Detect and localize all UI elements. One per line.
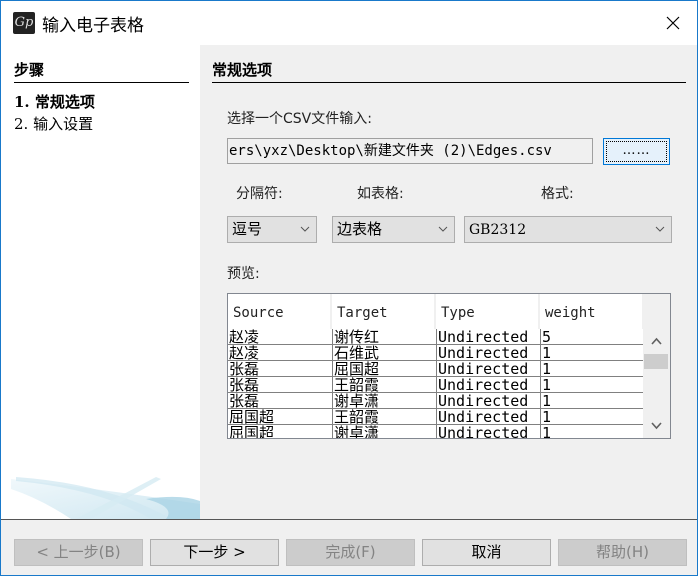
close-button[interactable] xyxy=(661,11,685,35)
next-button[interactable]: 下一步 > xyxy=(150,539,279,566)
table-cell-source: 赵凌 xyxy=(229,345,260,361)
scroll-up-button[interactable] xyxy=(643,331,670,351)
table-type-label: 如表格: xyxy=(357,186,404,202)
help-button[interactable]: 帮助(H) xyxy=(558,539,687,566)
steps-pane: 步骤 1. 常规选项 2. 输入设置 xyxy=(1,45,200,519)
format-select[interactable]: GB2312 xyxy=(464,216,672,243)
table-type-select[interactable]: 边表格 xyxy=(332,216,455,243)
table-cell-source: 屈国超 xyxy=(229,409,275,425)
table-row: 赵凌 石维武 Undirected 1 xyxy=(228,345,644,361)
preview-label: 预览: xyxy=(227,266,260,282)
table-cell-weight: 1 xyxy=(540,361,644,377)
table-cell-type: Undirected xyxy=(436,409,540,425)
table-cell-type: Undirected xyxy=(436,361,540,377)
table-cell-source: 张磊 xyxy=(229,393,260,409)
table-row: 张磊 谢卓潇 Undirected 1 xyxy=(228,393,644,409)
table-cell-source: 赵凌 xyxy=(229,329,260,345)
table-cell-source: 屈国超 xyxy=(229,425,275,439)
table-cell-weight: 1 xyxy=(540,409,644,425)
import-spreadsheet-dialog: Gp 输入电子表格 步骤 1. 常规选项 2. 输入设置 常规选项 选择一个CS… xyxy=(0,0,698,576)
file-path-text: ers\yxz\Desktop\新建文件夹 (2)\Edges.csv xyxy=(229,143,552,159)
file-path-field[interactable]: ers\yxz\Desktop\新建文件夹 (2)\Edges.csv xyxy=(227,138,593,164)
decorative-swoosh-graphic xyxy=(11,477,200,519)
table-cell-weight: 1 xyxy=(540,377,644,393)
chevron-down-icon xyxy=(655,226,665,232)
table-row: 赵凌 谢传红 Undirected 5 xyxy=(228,329,644,345)
table-cell-type: Undirected xyxy=(436,329,540,345)
table-cell-target: 王韶霞 xyxy=(332,409,436,425)
back-button[interactable]: < 上一步(B) xyxy=(14,539,143,566)
table-cell-source: 张磊 xyxy=(229,377,260,393)
browse-button[interactable]: …… xyxy=(603,138,670,165)
options-pane: 常规选项 选择一个CSV文件输入: ers\yxz\Desktop\新建文件夹 … xyxy=(200,45,697,519)
step-import-settings: 2. 输入设置 xyxy=(14,115,94,133)
file-label: 选择一个CSV文件输入: xyxy=(227,111,372,127)
wizard-footer: < 上一步(B) 下一步 > 完成(F) 取消 帮助(H) xyxy=(1,519,697,575)
column-header-target: Target xyxy=(332,294,436,329)
preview-scrollbar[interactable] xyxy=(643,329,670,438)
table-cell-target: 屈国超 xyxy=(332,361,436,377)
format-value: GB2312 xyxy=(469,222,527,238)
browse-button-label: …… xyxy=(606,141,667,162)
table-row: 张磊 王韶霞 Undirected 1 xyxy=(228,377,644,393)
table-cell-weight: 5 xyxy=(540,329,644,345)
close-icon xyxy=(666,16,680,30)
table-cell-type: Undirected xyxy=(436,377,540,393)
format-label: 格式: xyxy=(541,186,574,202)
chevron-down-icon xyxy=(300,226,310,232)
chevron-down-icon xyxy=(438,226,448,232)
table-cell-target: 谢卓潇 xyxy=(332,425,436,438)
table-cell-weight: 1 xyxy=(540,425,644,438)
preview-rows: 赵凌 谢传红 Undirected 5 赵凌 石维武 Undirected 1 张磊 屈国超 Und… xyxy=(228,329,644,439)
table-cell-type: Undirected xyxy=(436,393,540,409)
table-cell-type: Undirected xyxy=(436,425,540,438)
cancel-button[interactable]: 取消 xyxy=(422,539,551,566)
preview-table[interactable]: Source Target Type weight 赵凌 谢传红 Undirecte… xyxy=(227,293,671,439)
column-header-source: Source xyxy=(228,294,332,329)
separator-select[interactable]: 逗号 xyxy=(227,216,317,243)
app-logo-icon: Gp xyxy=(13,12,35,34)
table-cell-target: 王韶霞 xyxy=(332,377,436,393)
table-type-value: 边表格 xyxy=(337,220,383,238)
table-cell-target: 谢卓潇 xyxy=(332,393,436,409)
chevron-up-icon xyxy=(651,337,662,345)
preview-header-row: Source Target Type weight xyxy=(228,294,644,329)
preview-grid: Source Target Type weight 赵凌 谢传红 Undirecte… xyxy=(228,294,644,439)
scroll-thumb[interactable] xyxy=(644,354,668,369)
section-heading: 常规选项 xyxy=(212,59,686,83)
table-row: 张磊 屈国超 Undirected 1 xyxy=(228,361,644,377)
title-bar: Gp 输入电子表格 xyxy=(1,1,697,45)
table-cell-weight: 1 xyxy=(540,393,644,409)
separator-label: 分隔符: xyxy=(236,186,283,202)
table-cell-target: 石维武 xyxy=(332,345,436,361)
table-cell-target: 谢传红 xyxy=(332,329,436,345)
table-cell-weight: 1 xyxy=(540,345,644,361)
table-row: 屈国超 谢卓潇 Undirected 1 xyxy=(228,425,644,439)
separator-value: 逗号 xyxy=(232,220,263,238)
finish-button[interactable]: 完成(F) xyxy=(286,539,415,566)
scroll-down-button[interactable] xyxy=(643,416,670,436)
column-header-weight: weight xyxy=(540,294,644,329)
chevron-down-icon xyxy=(651,422,662,430)
window-title: 输入电子表格 xyxy=(42,16,144,36)
table-cell-type: Undirected xyxy=(436,345,540,361)
table-cell-source: 张磊 xyxy=(229,361,260,377)
column-header-type: Type xyxy=(436,294,540,329)
step-general-options: 1. 常规选项 xyxy=(14,93,95,111)
table-row: 屈国超 王韶霞 Undirected 1 xyxy=(228,409,644,425)
steps-heading: 步骤 xyxy=(14,59,189,83)
